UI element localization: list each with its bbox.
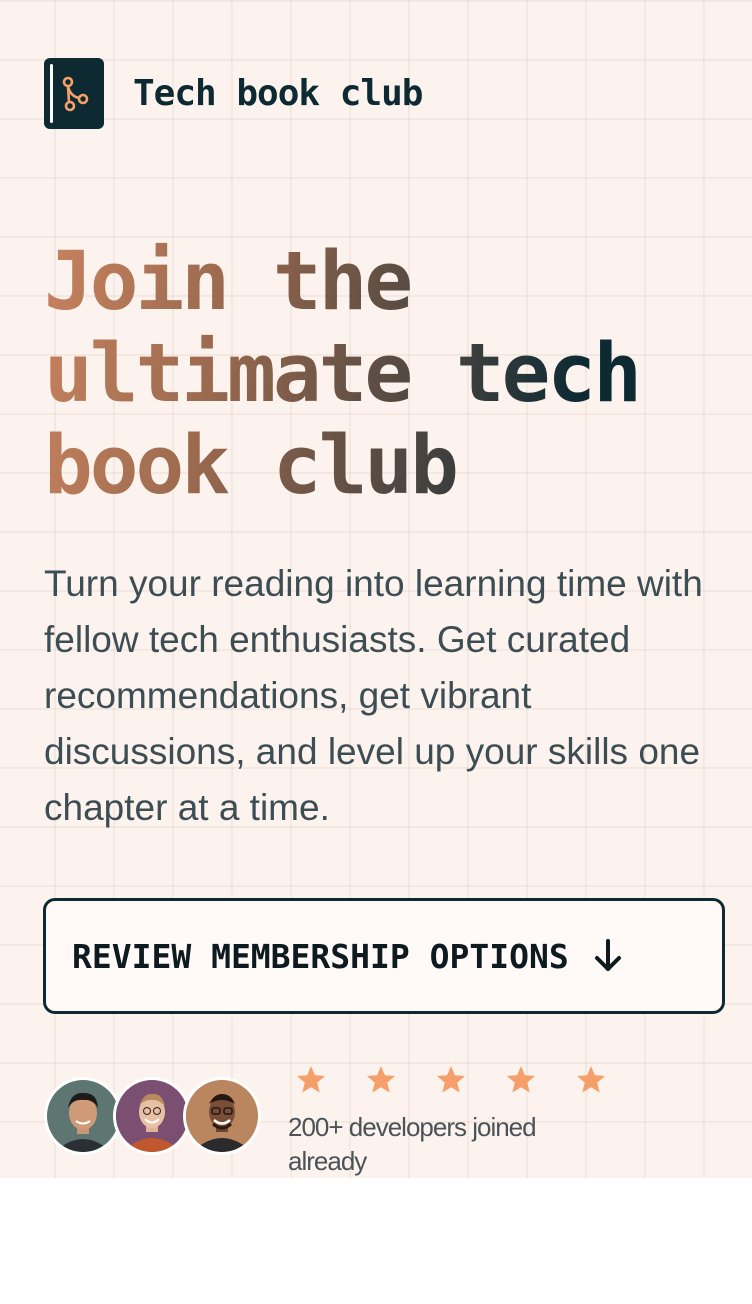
hero-section: Tech book club Join the ultimate tech bo… [0, 0, 752, 1178]
book-branch-icon [44, 58, 104, 129]
brand-logo[interactable]: Tech book club [44, 58, 423, 129]
avatar [183, 1077, 261, 1155]
review-membership-button[interactable]: REVIEW MEMBERSHIP OPTIONS [43, 898, 725, 1014]
page-title: Join the ultimate tech book club [44, 236, 744, 512]
star-icon [297, 1066, 325, 1093]
social-proof-text: 200+ developers joined already [288, 1112, 537, 1176]
cta-label: REVIEW MEMBERSHIP OPTIONS [72, 936, 569, 976]
star-icon [577, 1066, 605, 1093]
avatar [113, 1077, 191, 1155]
brand-name: Tech book club [133, 73, 423, 114]
star-icon [437, 1066, 465, 1093]
headline-line-1: Join the [44, 235, 411, 329]
avatar [44, 1077, 122, 1155]
rating-stars [295, 1064, 645, 1096]
star-icon [507, 1066, 535, 1093]
arrow-down-icon [593, 939, 623, 973]
headline-line-2: ultimate tech [44, 327, 639, 421]
headline-line-3: book club [44, 419, 456, 513]
star-icon [367, 1066, 395, 1093]
hero-subtitle: Turn your reading into learning time wit… [44, 563, 703, 828]
